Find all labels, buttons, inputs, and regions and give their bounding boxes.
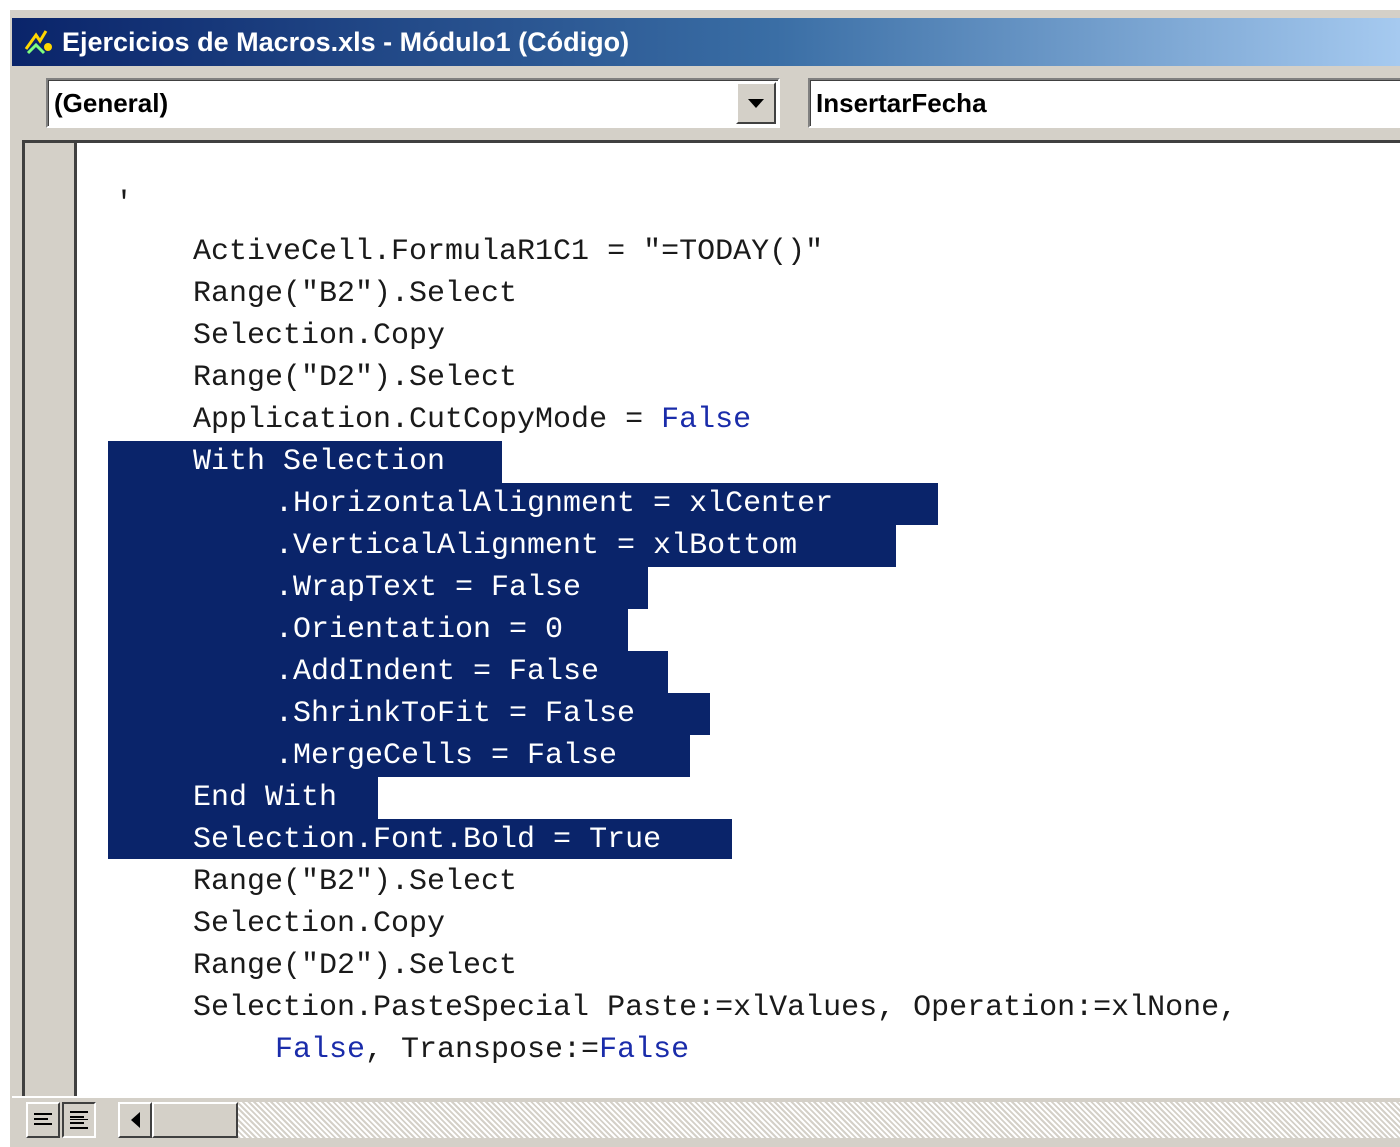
full-module-view-icon <box>70 1111 88 1129</box>
vba-module-icon <box>24 30 52 55</box>
code-line[interactable]: Selection.PasteSpecial Paste:=xlValues, … <box>193 987 1237 1029</box>
chevron-left-icon <box>130 1112 140 1128</box>
code-line[interactable]: .VerticalAlignment = xlBottom <box>275 525 797 567</box>
code-line[interactable]: Range("B2").Select <box>193 273 517 315</box>
code-line[interactable]: Range("D2").Select <box>193 945 517 987</box>
editor-bottom-bar <box>12 1096 1400 1147</box>
horizontal-scroll-thumb[interactable] <box>152 1102 238 1138</box>
code-line[interactable]: With Selection <box>193 441 445 483</box>
procedure-view-icon <box>34 1113 52 1125</box>
code-line[interactable]: Range("B2").Select <box>193 861 517 903</box>
code-line[interactable]: ActiveCell.FormulaR1C1 = "=TODAY()" <box>193 231 823 273</box>
code-editor[interactable]: ' ActiveCell.FormulaR1C1 = "=TODAY()" Rang… <box>22 140 1400 1096</box>
object-dropdown-value: (General) <box>54 87 169 118</box>
code-line[interactable]: .WrapText = False <box>275 567 581 609</box>
title-bar[interactable]: Ejercicios de Macros.xls - Módulo1 (Códi… <box>12 18 1400 66</box>
code-line[interactable]: .ShrinkToFit = False <box>275 693 635 735</box>
code-line[interactable]: .HorizontalAlignment = xlCenter <box>275 483 833 525</box>
scroll-left-button[interactable] <box>118 1102 152 1138</box>
code-area[interactable]: ' ActiveCell.FormulaR1C1 = "=TODAY()" Rang… <box>25 143 1400 1096</box>
selector-bar: (General) InsertarFecha <box>12 66 1400 140</box>
code-line[interactable]: Selection.Copy <box>193 903 445 945</box>
code-line[interactable]: False, Transpose:=False <box>275 1029 689 1071</box>
horizontal-scroll-track[interactable] <box>238 1102 1400 1138</box>
object-dropdown[interactable]: (General) <box>46 78 780 128</box>
procedure-view-button[interactable] <box>26 1102 60 1138</box>
code-line[interactable]: Application.CutCopyMode = False <box>193 399 751 441</box>
code-line[interactable]: Range("D2").Select <box>193 357 517 399</box>
procedure-dropdown-value: InsertarFecha <box>816 87 987 118</box>
code-line[interactable]: End With <box>193 777 337 819</box>
full-module-view-button[interactable] <box>62 1102 96 1138</box>
code-line[interactable]: .AddIndent = False <box>275 651 599 693</box>
code-line[interactable]: .Orientation = 0 <box>275 609 563 651</box>
code-line[interactable]: ' <box>115 183 133 225</box>
code-line[interactable]: Selection.Font.Bold = True <box>193 819 661 861</box>
object-dropdown-button[interactable] <box>736 82 776 124</box>
procedure-dropdown[interactable]: InsertarFecha <box>808 78 1400 128</box>
chevron-down-icon <box>748 98 764 108</box>
code-line[interactable]: .MergeCells = False <box>275 735 617 777</box>
code-line[interactable]: Selection.Copy <box>193 315 445 357</box>
window-title: Ejercicios de Macros.xls - Módulo1 (Códi… <box>62 26 630 57</box>
